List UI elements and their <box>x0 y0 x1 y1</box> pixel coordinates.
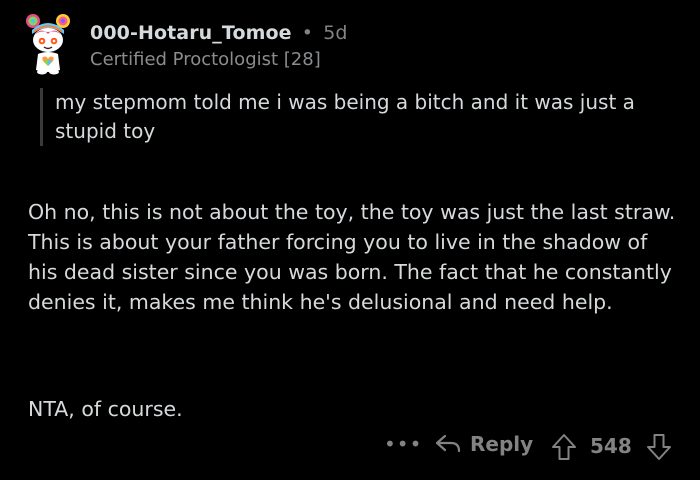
author-name[interactable]: 000-Hotaru_Tomoe <box>90 22 292 44</box>
comment-body-paragraph: NTA, of course. <box>28 397 183 421</box>
reply-arrow-icon <box>435 434 461 453</box>
user-flair: Certified Proctologist [28] <box>90 49 321 70</box>
quoted-text: my stepmom told me i was being a bitch a… <box>40 88 680 146</box>
comment-actions: ••• Reply 548 <box>0 430 700 464</box>
more-options-button[interactable]: ••• <box>384 432 422 456</box>
upvote-arrow-icon[interactable] <box>551 433 577 461</box>
vote-score: 548 <box>590 434 632 458</box>
reply-button[interactable]: Reply <box>434 432 533 456</box>
meta-separator: • <box>301 22 314 44</box>
comment-body-paragraph: Oh no, this is not about the toy, the to… <box>28 200 676 314</box>
author-line: 000-Hotaru_Tomoe • 5d <box>90 22 348 44</box>
comment: 000-Hotaru_Tomoe • 5d Certified Proctolo… <box>0 0 700 480</box>
comment-age: 5d <box>323 22 348 44</box>
reply-label: Reply <box>470 432 534 456</box>
downvote-arrow-icon[interactable] <box>646 433 672 461</box>
avatar[interactable] <box>24 10 72 76</box>
